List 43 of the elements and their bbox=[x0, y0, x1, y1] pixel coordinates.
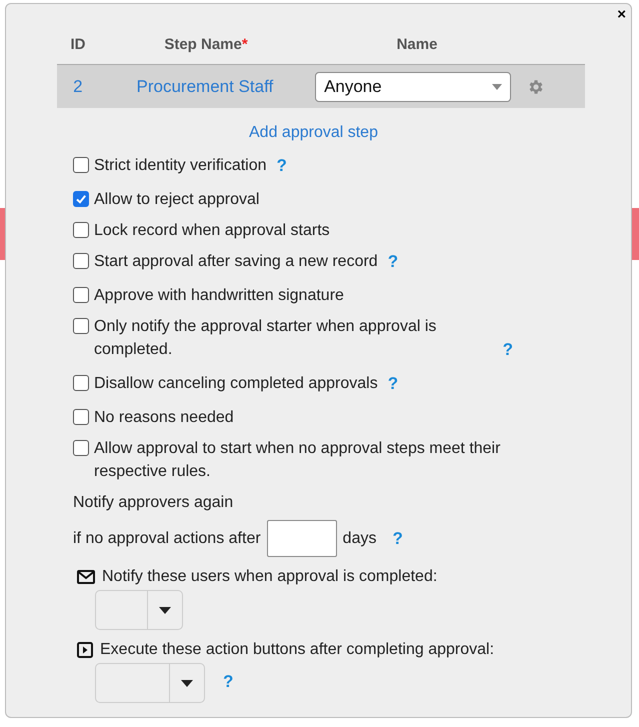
play-square-icon bbox=[77, 642, 93, 658]
add-step-link[interactable]: Add approval step bbox=[249, 124, 378, 141]
option-label: Start approval after saving a new record bbox=[94, 252, 378, 272]
help-icon[interactable]: ? bbox=[276, 154, 287, 177]
option-label: No reasons needed bbox=[94, 408, 234, 428]
checkbox[interactable] bbox=[73, 191, 89, 207]
days-input[interactable] bbox=[266, 520, 337, 557]
column-header: Name bbox=[396, 36, 438, 53]
envelope-icon bbox=[77, 570, 95, 584]
checkbox[interactable] bbox=[73, 318, 89, 334]
step-id-link[interactable]: 2 bbox=[73, 76, 83, 96]
column-header: ID bbox=[70, 36, 86, 53]
notify-users-label: Notify these users when approval is completed: bbox=[102, 567, 438, 587]
column-header: Step Name* bbox=[164, 36, 248, 53]
checkbox[interactable] bbox=[73, 287, 89, 303]
checkbox[interactable] bbox=[73, 157, 89, 173]
checkbox[interactable] bbox=[73, 253, 89, 269]
help-icon[interactable]: ? bbox=[223, 672, 234, 692]
close-button[interactable]: × bbox=[614, 7, 629, 23]
checkbox[interactable] bbox=[73, 222, 89, 238]
option-label: Disallow canceling completed approvals bbox=[94, 374, 378, 394]
step-name-link[interactable]: Procurement Staff bbox=[136, 76, 274, 96]
option-label: Allow approval to start when no approval steps meet their respective rules. bbox=[94, 439, 502, 482]
action-buttons-label: Execute these action buttons after completing approval: bbox=[100, 640, 494, 660]
reminder-text: if no approval actions after bbox=[73, 529, 261, 549]
help-icon[interactable]: ? bbox=[388, 372, 398, 395]
option-label: Only notify the approval starter when approval is completed. bbox=[94, 317, 438, 360]
option-label: Strict identity verification bbox=[94, 156, 267, 176]
checkbox[interactable] bbox=[73, 375, 89, 391]
help-icon[interactable]: ? bbox=[502, 338, 513, 361]
reminder-text: Notify approvers again bbox=[73, 493, 234, 513]
caret-icon bbox=[492, 84, 502, 90]
days-label: days bbox=[342, 529, 376, 549]
help-icon[interactable]: ? bbox=[392, 527, 403, 550]
approver-select[interactable]: Anyone bbox=[315, 72, 512, 102]
caret-icon bbox=[181, 680, 193, 686]
option-label: Allow to reject approval bbox=[94, 190, 260, 210]
option-label: Approve with handwritten signature bbox=[94, 286, 344, 306]
caret-icon bbox=[159, 606, 171, 614]
checkbox[interactable] bbox=[73, 409, 89, 425]
option-label: Lock record when approval starts bbox=[94, 221, 330, 241]
help-icon[interactable]: ? bbox=[388, 250, 398, 273]
checkbox[interactable] bbox=[73, 440, 89, 456]
